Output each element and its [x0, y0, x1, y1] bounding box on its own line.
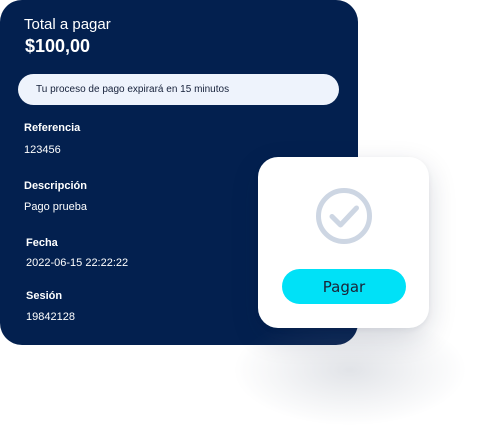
- date-value: 2022-06-15 22:22:22: [26, 257, 129, 269]
- check-circle-icon: [316, 188, 372, 244]
- session-label: Sesión: [26, 290, 63, 302]
- total-label: Total a pagar: [24, 16, 111, 33]
- description-value: Pago prueba: [24, 201, 87, 213]
- expiry-notice-banner: Tu proceso de pago expirará en 15 minuto…: [18, 74, 339, 105]
- date-label: Fecha: [26, 237, 58, 249]
- reference-label: Referencia: [24, 122, 81, 134]
- pay-card: Pagar: [258, 157, 429, 328]
- reference-value: 123456: [24, 144, 61, 156]
- description-label: Descripción: [24, 180, 87, 192]
- payment-screen: Total a pagar $100,00 Tu proceso de pago…: [0, 0, 498, 433]
- pay-button[interactable]: Pagar: [282, 269, 406, 304]
- expiry-notice-text: Tu proceso de pago expirará en 15 minuto…: [36, 84, 230, 95]
- session-value: 19842128: [26, 311, 75, 323]
- total-amount: $100,00: [25, 36, 91, 56]
- card-shadow: [235, 315, 465, 425]
